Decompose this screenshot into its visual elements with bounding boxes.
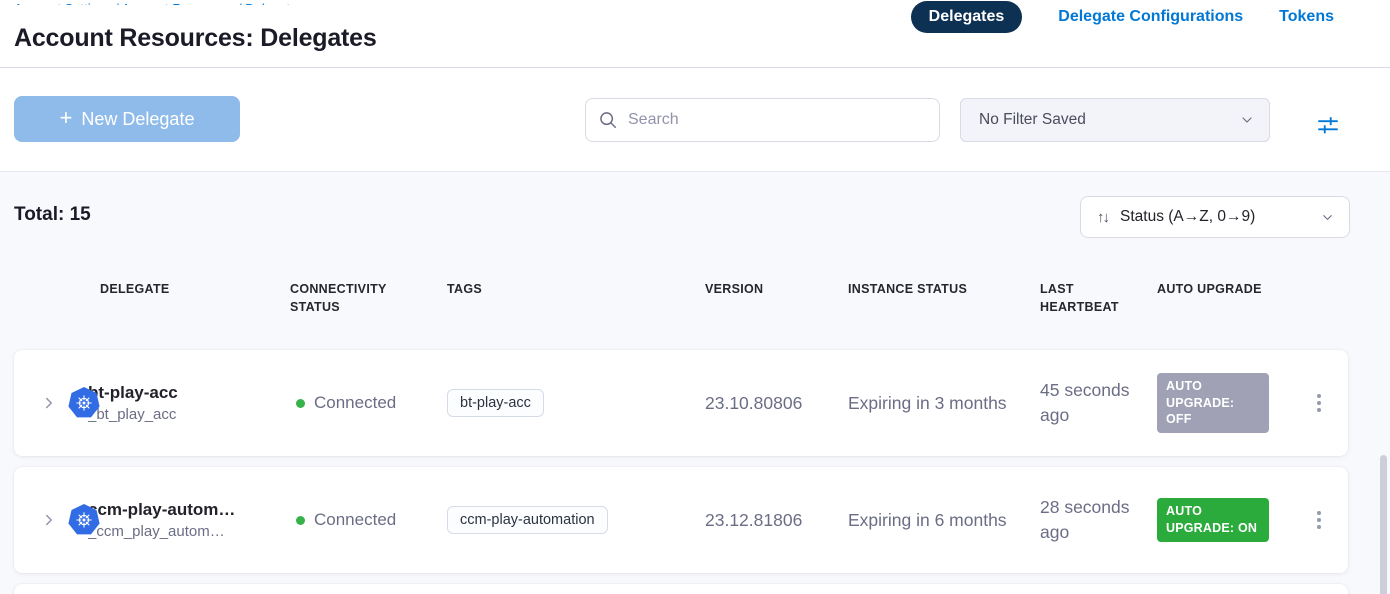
tab-bar: Delegates Delegate Configurations Tokens (911, 1, 1334, 33)
plus-icon: + (60, 107, 73, 129)
delegate-rows: bt-play-acc _bt_play_acc Connected bt-pl… (14, 350, 1348, 594)
menu-dot (1317, 394, 1321, 398)
total-count: Total: 15 (14, 204, 91, 226)
menu-dot (1317, 511, 1321, 515)
tab-tokens[interactable]: Tokens (1279, 8, 1334, 26)
connected-status-dot (296, 516, 305, 525)
auto-upgrade-badge: AUTO UPGRADE: ON (1157, 498, 1269, 542)
delegate-row[interactable]: ccm-play-autom… _ccm_play_autom… Connect… (14, 467, 1348, 573)
menu-dot (1317, 525, 1321, 529)
col-last-heartbeat: LAST HEARTBEAT (1040, 280, 1157, 316)
menu-dot (1317, 401, 1321, 405)
page-header: Account Settings / Account Resources / D… (0, 0, 1390, 68)
last-heartbeat: 45 seconds ago (1040, 378, 1155, 429)
col-instance-status: INSTANCE STATUS (848, 280, 1040, 316)
menu-dot (1317, 518, 1321, 522)
delegate-row-partial[interactable] (14, 584, 1348, 594)
tab-delegates[interactable]: Delegates (911, 1, 1023, 33)
saved-filter-value: No Filter Saved (979, 111, 1239, 129)
tag-chip: ccm-play-automation (447, 506, 608, 534)
sort-value: Status (A→Z, 0→9) (1120, 208, 1310, 226)
search-icon (598, 110, 618, 130)
new-delegate-button[interactable]: + New Delegate (14, 96, 240, 142)
connected-status-dot (296, 399, 305, 408)
delegate-version: 23.12.81806 (705, 510, 802, 531)
connectivity-status: Connected (314, 510, 396, 530)
menu-dot (1317, 408, 1321, 412)
tab-delegate-configurations[interactable]: Delegate Configurations (1058, 8, 1243, 26)
col-connectivity-status: CONNECTIVITY STATUS (290, 280, 447, 316)
col-version: VERSION (705, 280, 848, 316)
col-delegate: DELEGATE (100, 280, 290, 316)
chevron-right-icon (40, 511, 58, 529)
col-menu-spacer (1290, 280, 1348, 316)
sort-icon: ↑↓ (1097, 209, 1108, 226)
table-header-row: DELEGATE CONNECTIVITY STATUS TAGS VERSIO… (14, 280, 1348, 316)
instance-status: Expiring in 6 months (848, 510, 1007, 531)
tag-chip: bt-play-acc (447, 389, 544, 417)
vertical-scrollbar[interactable] (1380, 455, 1387, 594)
delegates-page: Account Settings / Account Resources / D… (0, 0, 1390, 594)
search-box (585, 98, 940, 142)
sliders-icon (1315, 112, 1341, 138)
col-spacer (14, 280, 100, 316)
new-delegate-button-label: New Delegate (81, 109, 194, 130)
saved-filter-select[interactable]: No Filter Saved (960, 98, 1270, 142)
delegate-version: 23.10.80806 (705, 393, 802, 414)
search-input[interactable] (628, 111, 927, 129)
toolbar: + New Delegate No Filter Saved (0, 68, 1390, 172)
chevron-down-icon (1239, 112, 1255, 128)
connectivity-status: Connected (314, 393, 396, 413)
page-title: Account Resources: Delegates (14, 24, 377, 53)
delegate-name: ccm-play-autom… (88, 500, 235, 520)
last-heartbeat: 28 seconds ago (1040, 495, 1155, 546)
expand-row-button[interactable] (40, 394, 58, 412)
instance-status: Expiring in 3 months (848, 393, 1007, 414)
delegate-list-area: Total: 15 ↑↓ Status (A→Z, 0→9) DELEGATE … (0, 172, 1390, 594)
col-auto-upgrade: AUTO UPGRADE (1157, 280, 1290, 316)
chevron-down-icon (1320, 210, 1335, 225)
chevron-right-icon (40, 394, 58, 412)
filter-sliders-button[interactable] (1314, 112, 1342, 140)
delegate-identifier: _ccm_play_autom… (88, 523, 225, 540)
delegate-identifier: _bt_play_acc (88, 406, 176, 423)
col-tags: TAGS (447, 280, 705, 316)
breadcrumb[interactable]: Account Settings / Account Resources / D… (14, 0, 614, 5)
auto-upgrade-badge: AUTO UPGRADE: OFF (1157, 373, 1269, 434)
sort-select[interactable]: ↑↓ Status (A→Z, 0→9) (1080, 196, 1350, 238)
row-menu-button[interactable] (1311, 505, 1327, 535)
row-menu-button[interactable] (1311, 388, 1327, 418)
delegate-name: bt-play-acc (88, 383, 178, 403)
delegate-row[interactable]: bt-play-acc _bt_play_acc Connected bt-pl… (14, 350, 1348, 456)
breadcrumb-text: Account Settings / Account Resources / D… (14, 1, 304, 5)
expand-row-button[interactable] (40, 511, 58, 529)
